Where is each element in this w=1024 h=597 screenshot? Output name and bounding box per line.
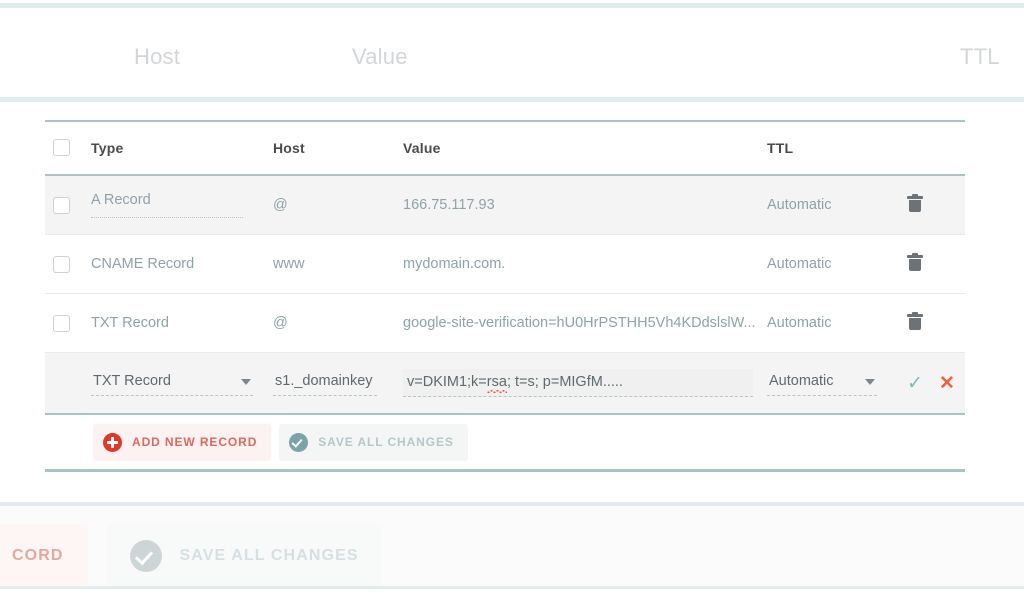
trash-icon[interactable]: [907, 253, 923, 271]
ghost-save-all-changes-button[interactable]: SAVE ALL CHANGES: [105, 524, 383, 588]
cell-actions: [907, 253, 965, 275]
cell-type[interactable]: CNAME Record: [91, 256, 273, 272]
column-header-value: Value: [403, 140, 441, 156]
circle-plus-icon: [103, 432, 122, 452]
table-header-row: Type Host Value TTL: [45, 120, 965, 176]
cancel-record-button[interactable]: ✕: [939, 374, 955, 393]
cell-ttl[interactable]: Automatic: [767, 315, 907, 331]
table-row[interactable]: TXT Record @ google-site-verification=hU…: [45, 294, 965, 353]
row-checkbox[interactable]: [53, 255, 70, 273]
select-all-checkbox[interactable]: [53, 139, 70, 157]
row-select-cell: [45, 196, 91, 214]
circle-check-icon: [129, 540, 162, 572]
cell-ttl[interactable]: Automatic: [767, 197, 907, 213]
ghost-add-new-record-label: CORD: [12, 547, 64, 564]
cell-type[interactable]: A Record: [91, 192, 273, 218]
ghost-bar-background: CORD SAVE ALL CHANGES: [0, 506, 1024, 588]
table-row[interactable]: CNAME Record www mydomain.com. Automatic: [45, 235, 965, 294]
cell-actions: [907, 194, 965, 216]
trash-icon[interactable]: [907, 312, 923, 330]
cell-type-text: A Record: [91, 192, 243, 218]
value-text-part-a: v=DKIM1;k=: [407, 374, 487, 390]
ghost-column-header: Host Value TTL: [0, 8, 1024, 97]
column-header-host: Host: [273, 140, 305, 156]
add-new-record-label: ADD NEW RECORD: [132, 435, 258, 449]
circle-check-icon: [289, 432, 309, 452]
cell-host[interactable]: @: [273, 197, 403, 213]
ghost-bar-bottom-divider: [0, 586, 1024, 589]
add-new-record-button[interactable]: ADD NEW RECORD: [93, 423, 272, 461]
ghost-action-bar-zone: CORD SAVE ALL CHANGES: [0, 502, 1024, 597]
ghost-action-bar: CORD SAVE ALL CHANGES: [0, 524, 383, 588]
cell-host[interactable]: @: [273, 315, 403, 331]
ghost-header-host: Host: [134, 44, 181, 69]
edit-value-cell: v=DKIM1;k=rsa; t=s; p=MIGfM.....: [403, 369, 767, 397]
confirm-record-button[interactable]: ✓: [907, 374, 923, 393]
save-all-changes-label: SAVE ALL CHANGES: [318, 435, 454, 449]
select-all-cell: [45, 139, 91, 157]
cell-value[interactable]: mydomain.com.: [403, 256, 767, 272]
cell-value[interactable]: google-site-verification=hU0HrPSTHH5Vh4K…: [403, 315, 767, 331]
table-row[interactable]: A Record @ 166.75.117.93 Automatic: [45, 176, 965, 235]
table-action-bar: ADD NEW RECORD SAVE ALL CHANGES: [45, 415, 965, 469]
edit-host-cell: s1._domainkey: [273, 370, 403, 396]
cell-type[interactable]: TXT Record: [91, 315, 273, 331]
row-checkbox[interactable]: [53, 314, 70, 332]
ghost-header-value: Value: [352, 44, 408, 69]
row-select-cell: [45, 255, 91, 273]
record-type-value: TXT Record: [93, 373, 171, 389]
column-header-ttl: TTL: [767, 140, 794, 156]
table-row-editing: TXT Record s1._domainkey v=DKIM1;k=rsa; …: [45, 353, 965, 415]
value-input[interactable]: v=DKIM1;k=rsa; t=s; p=MIGfM.....: [403, 369, 753, 397]
trash-icon[interactable]: [907, 194, 923, 212]
ttl-value: Automatic: [769, 373, 834, 389]
host-input[interactable]: s1._domainkey: [273, 370, 377, 396]
ghost-add-new-record-button[interactable]: CORD: [0, 524, 88, 588]
dns-records-table: Type Host Value TTL A Record @ 166.75.11…: [45, 120, 965, 472]
edit-ttl-cell: Automatic: [767, 370, 907, 396]
cell-value[interactable]: 166.75.117.93: [403, 197, 767, 213]
edit-type-cell: TXT Record: [91, 370, 273, 396]
row-select-cell: [45, 314, 91, 332]
cell-ttl[interactable]: Automatic: [767, 256, 907, 272]
column-header-type: Type: [91, 140, 124, 156]
ghost-header-ttl: TTL: [960, 44, 1000, 69]
ttl-select[interactable]: Automatic: [767, 370, 877, 396]
record-type-select[interactable]: TXT Record: [91, 370, 253, 396]
chevron-down-icon: [241, 379, 251, 385]
ghost-save-all-changes-label: SAVE ALL CHANGES: [179, 547, 359, 564]
value-text-part-b: ; t=s; p=MIGfM.....: [506, 374, 623, 390]
dns-records-page: Host Value TTL Type Host Value TTL A Rec…: [0, 0, 1024, 597]
chevron-down-icon: [865, 379, 875, 385]
edit-actions-cell: ✓ ✕: [907, 374, 965, 393]
row-checkbox[interactable]: [53, 196, 70, 214]
save-all-changes-button[interactable]: SAVE ALL CHANGES: [279, 423, 468, 461]
cell-host[interactable]: www: [273, 256, 403, 272]
dns-records-card: Type Host Value TTL A Record @ 166.75.11…: [0, 102, 1024, 502]
cell-actions: [907, 312, 965, 334]
value-text-misspelled: rsa: [486, 374, 507, 390]
table-bottom-divider: [45, 469, 965, 472]
